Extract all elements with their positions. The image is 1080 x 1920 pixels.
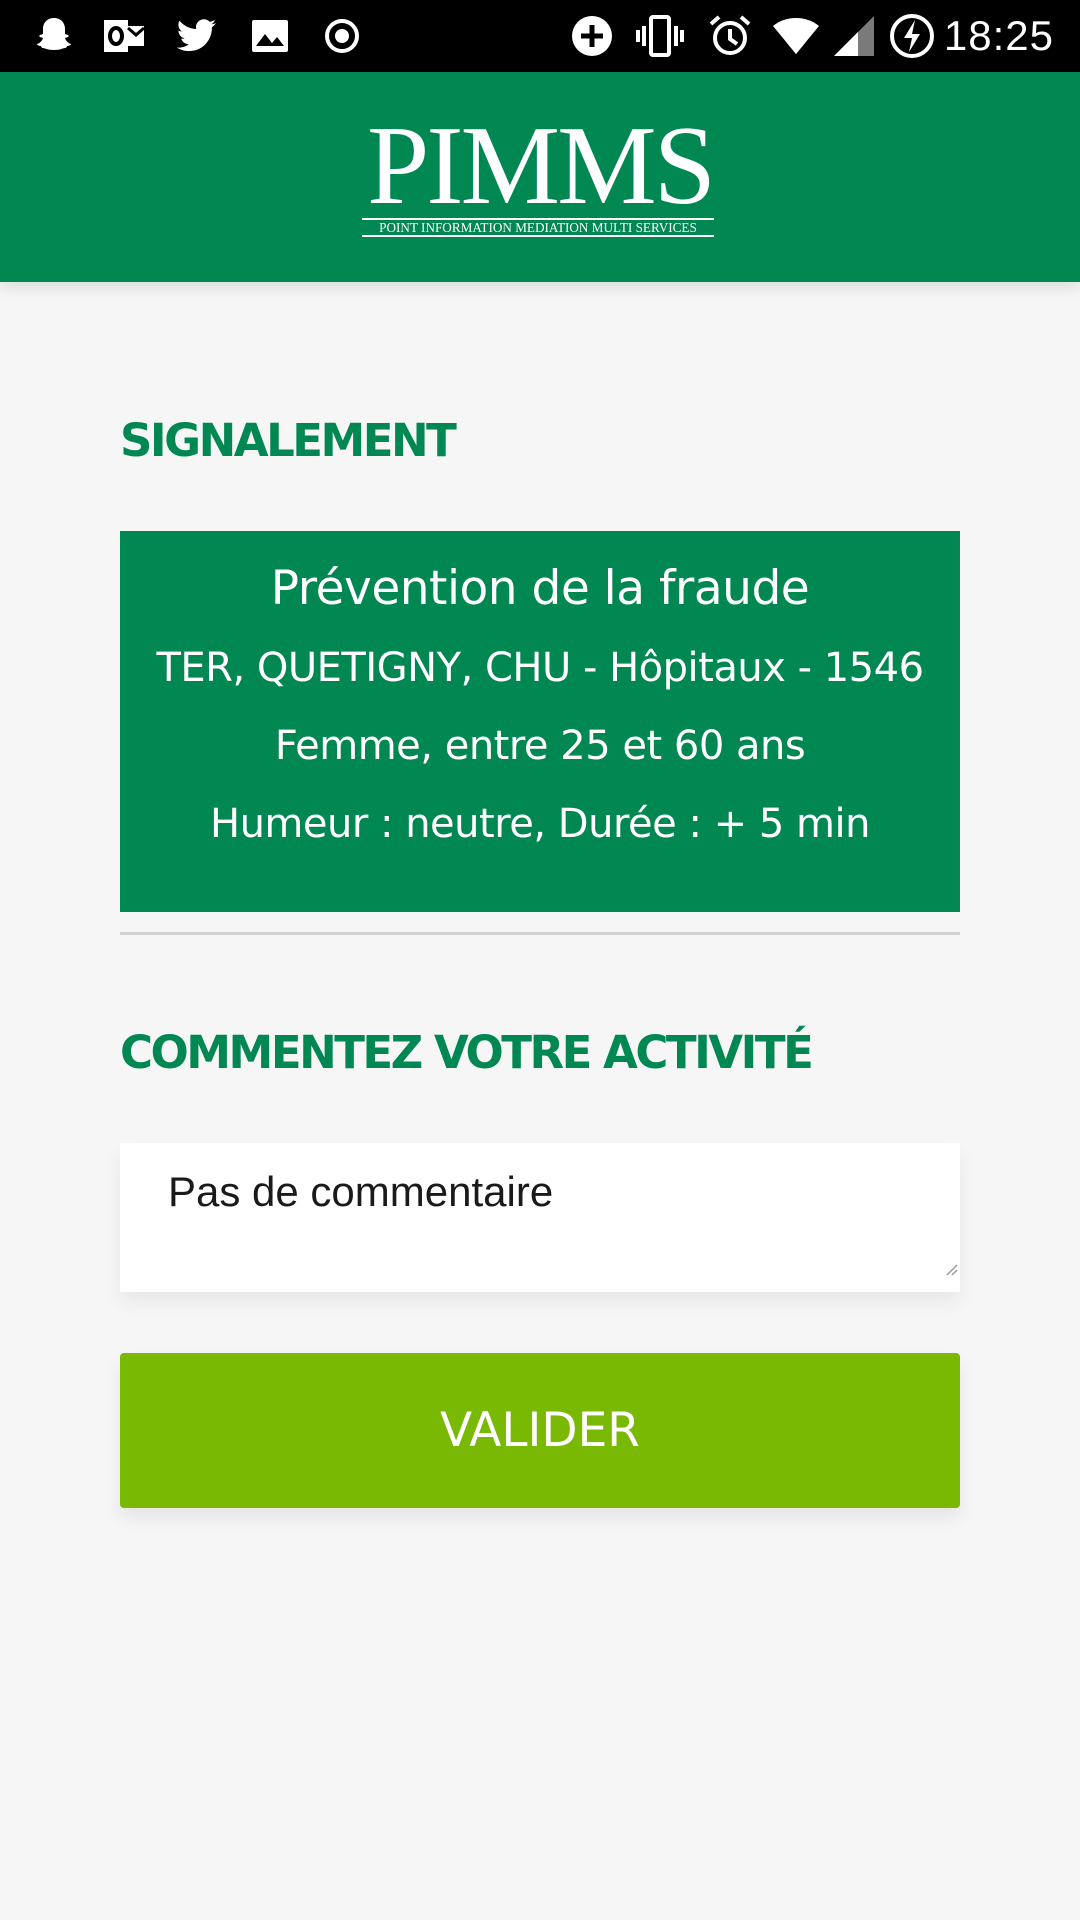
comment-input[interactable]: Pas de commentaire	[120, 1143, 960, 1292]
signal-icon	[834, 16, 874, 56]
snapchat-icon	[37, 18, 71, 50]
comment-section-title: COMMENTEZ VOTRE ACTIVITÉ	[120, 1026, 814, 1079]
report-section-title: SIGNALEMENT	[120, 414, 457, 467]
report-card: Prévention de la fraude TER, QUETIGNY, C…	[120, 531, 960, 912]
status-bar: 18:25	[0, 0, 1080, 72]
comment-box: Pas de commentaire	[120, 1143, 960, 1292]
resize-grip-icon[interactable]	[944, 1262, 958, 1276]
report-title: Prévention de la fraude	[270, 561, 810, 616]
app-header: PIMMS POINT INFORMATION MEDIATION MULTI …	[0, 72, 1080, 282]
vibrate-icon	[636, 15, 684, 57]
record-icon	[325, 19, 359, 53]
logo: PIMMS	[366, 104, 716, 228]
divider	[120, 932, 960, 935]
battery-charging-icon	[890, 14, 934, 58]
status-time: 18:25	[943, 12, 1054, 59]
add-circle-icon	[572, 16, 612, 56]
gallery-icon	[252, 20, 288, 52]
wifi-icon	[773, 18, 819, 54]
report-location: TER, QUETIGNY, CHU - Hôpitaux - 1546	[156, 645, 924, 691]
validate-button[interactable]: VALIDER	[120, 1353, 960, 1508]
alarm-icon	[709, 15, 751, 55]
report-details: Humeur : neutre, Durée : + 5 min	[210, 801, 870, 847]
report-person: Femme, entre 25 et 60 ans	[274, 723, 806, 769]
logo-tagline: POINT INFORMATION MEDIATION MULTI SERVIC…	[362, 218, 714, 237]
twitter-icon	[176, 19, 216, 52]
outlook-icon	[104, 20, 145, 52]
